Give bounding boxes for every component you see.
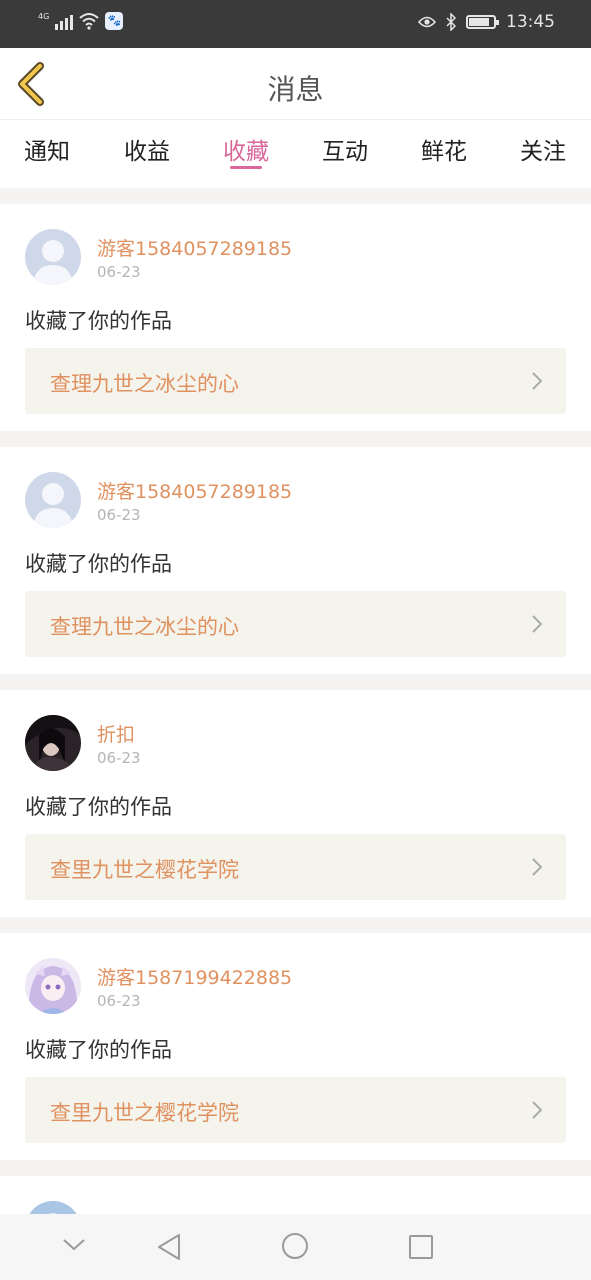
back-triangle-icon[interactable] [156,1233,182,1261]
message-card: 游客1584057289185 06-23 收藏了你的作品 查理九世之冰尘的心 [0,204,591,430]
dark-photo-avatar-icon [25,715,81,771]
tab-interactions[interactable]: 互动 [310,132,380,166]
avatar[interactable] [25,472,81,528]
message-action: 收藏了你的作品 [25,309,172,333]
anime-avatar-icon [25,958,81,1014]
page-title: 消息 [267,73,324,106]
message-card-partial [0,1176,591,1214]
tab-bar: 通知 收益 收藏 互动 鲜花 关注 [0,120,591,186]
work-title: 查理九世之冰尘的心 [50,372,239,396]
message-card: 游客1587199422885 06-23 收藏了你的作品 查里九世之樱花学院 [0,933,591,1159]
avatar[interactable] [25,715,81,771]
divider [0,674,591,690]
work-link[interactable]: 查里九世之樱花学院 [25,834,566,900]
eye-icon [418,16,436,28]
work-link[interactable]: 查理九世之冰尘的心 [25,591,566,657]
collapse-icon[interactable] [62,1238,86,1252]
app-header: 消息 [0,48,591,120]
signal-icon [55,12,74,30]
username[interactable]: 游客1584057289185 [97,477,292,504]
tab-flowers[interactable]: 鲜花 [409,132,479,166]
bluetooth-icon [446,13,456,31]
username[interactable]: 游客1584057289185 [97,234,292,261]
avatar[interactable] [25,958,81,1014]
message-card: 游客1584057289185 06-23 收藏了你的作品 查理九世之冰尘的心 [0,447,591,673]
avatar[interactable] [25,1201,81,1214]
battery-icon [466,15,499,29]
message-action: 收藏了你的作品 [25,552,172,576]
divider [0,1160,591,1176]
wifi-icon [79,13,99,30]
username[interactable]: 折扣 [97,720,135,747]
divider [0,188,591,204]
status-time: 13:45 [506,12,555,32]
status-right-icons: 13:45 [418,12,555,32]
default-avatar-icon [25,229,81,285]
work-link[interactable]: 查里九世之樱花学院 [25,1077,566,1143]
home-circle-icon[interactable] [281,1232,309,1260]
message-card: 折扣 06-23 收藏了你的作品 查里九世之樱花学院 [0,690,591,916]
message-date: 06-23 [97,749,141,767]
work-title: 查里九世之樱花学院 [50,858,239,882]
avatar-partial-icon [25,1201,81,1214]
message-date: 06-23 [97,992,141,1010]
message-action: 收藏了你的作品 [25,1038,172,1062]
tab-notifications[interactable]: 通知 [12,132,82,166]
default-avatar-icon [25,472,81,528]
recents-square-icon[interactable] [408,1234,434,1260]
tab-earnings[interactable]: 收益 [112,132,182,166]
message-date: 06-23 [97,506,141,524]
chevron-right-icon [532,615,542,633]
divider [0,431,591,447]
system-nav-bar [0,1214,591,1280]
battery-level [469,18,489,26]
chevron-right-icon [532,1101,542,1119]
work-title: 查理九世之冰尘的心 [50,615,239,639]
baidu-app-icon: 🐾 [105,12,124,30]
status-left-icons: 4G 🐾 [38,12,124,30]
tab-follows[interactable]: 关注 [508,132,578,166]
chevron-right-icon [532,372,542,390]
status-bar: 4G 🐾 13:45 [0,0,591,48]
work-link[interactable]: 查理九世之冰尘的心 [25,348,566,414]
divider [0,917,591,933]
chevron-right-icon [532,858,542,876]
active-tab-indicator [230,166,262,169]
username[interactable]: 游客1587199422885 [97,963,292,990]
message-action: 收藏了你的作品 [25,795,172,819]
tab-favorites[interactable]: 收藏 [211,132,281,166]
work-title: 查里九世之樱花学院 [50,1101,239,1125]
message-date: 06-23 [97,263,141,281]
avatar[interactable] [25,229,81,285]
network-type: 4G [38,12,50,21]
